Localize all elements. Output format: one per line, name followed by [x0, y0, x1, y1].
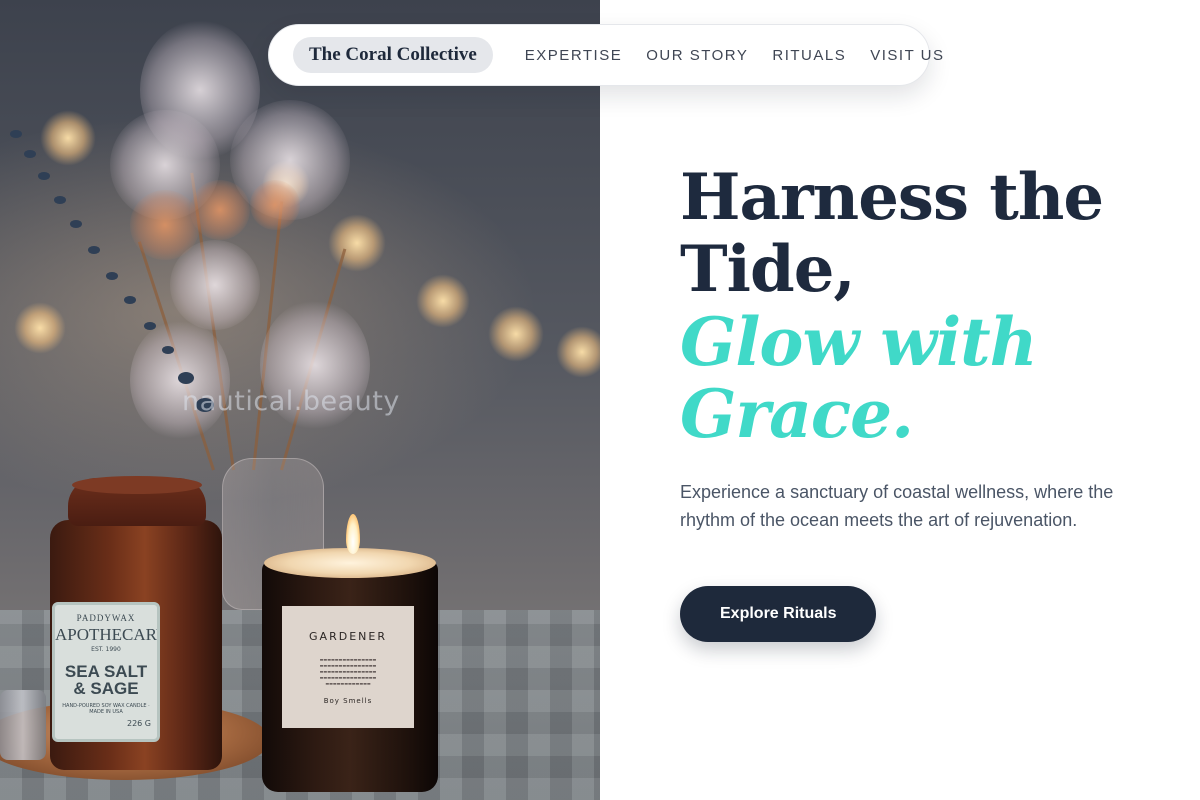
nav-links: EXPERTISE OUR STORY RITUALS VISIT US [525, 47, 969, 64]
orange-flower [190, 180, 250, 240]
jar-label: PADDYWAX APOTHECARY EST. 1990 SEA SALT &… [52, 602, 160, 742]
jar-lid-top [72, 476, 202, 494]
headline-line-2: Tide, [680, 232, 856, 307]
bokeh-light [40, 110, 96, 166]
watermark: nautical.beauty [182, 386, 400, 417]
candle-label: GARDENER ▬▬▬▬▬▬▬▬▬▬▬▬▬▬▬ ▬▬▬▬▬▬▬▬▬▬▬▬▬▬▬ ▬… [282, 606, 414, 728]
eucalyptus-leaf [24, 150, 36, 158]
nav-link-expertise[interactable]: EXPERTISE [525, 47, 622, 64]
hero-description: Experience a sanctuary of coastal wellne… [680, 482, 1114, 530]
jar-label-brand: PADDYWAX [76, 613, 136, 623]
jar-label-scent-1: SEA SALT [64, 662, 148, 681]
eucalyptus-leaf [162, 346, 174, 354]
jar-label-title: APOTHECARY [55, 625, 160, 644]
nav-link-our-story[interactable]: OUR STORY [646, 47, 748, 64]
jar-label-weight: 226 G [126, 719, 151, 728]
eucalyptus-leaf [88, 246, 100, 254]
eucalyptus-leaf [10, 130, 22, 138]
candle-label-title: GARDENER [309, 630, 387, 643]
headline-accent-line-1: Glow with [680, 303, 1038, 381]
hero-headline: Harness the Tide, Glow with Grace. [680, 160, 1160, 453]
hero-content: Harness the Tide, Glow with Grace. Exper… [680, 162, 1160, 642]
brand-logo[interactable]: The Coral Collective [293, 37, 493, 73]
orange-flower [130, 190, 200, 260]
eucalyptus-leaf [38, 172, 50, 180]
jar-label-fine-print: HAND-POURED SOY WAX CANDLE · MADE IN USA [62, 703, 150, 715]
explore-rituals-button[interactable]: Explore Rituals [680, 586, 877, 642]
jar-label-est: EST. 1990 [91, 646, 121, 653]
eucalyptus-leaf [106, 272, 118, 280]
bokeh-light [488, 306, 544, 362]
headline-line-1: Harness the [680, 160, 1104, 235]
headline-accent-line-2: Grace. [680, 375, 914, 453]
hero-photo: PADDYWAX APOTHECARY EST. 1990 SEA SALT &… [0, 0, 600, 800]
candle-flame [346, 514, 360, 554]
landing-page: PADDYWAX APOTHECARY EST. 1990 SEA SALT &… [0, 0, 1200, 800]
eucalyptus-leaf [124, 296, 136, 304]
nav-link-visit-us[interactable]: VISIT US [870, 47, 944, 64]
candle-label-maker: Boy Smells [323, 697, 373, 705]
bokeh-light [556, 326, 600, 378]
jar-label-scent-2: & SAGE [73, 679, 139, 698]
bokeh-light [14, 302, 66, 354]
bokeh-light [328, 214, 386, 272]
small-jar [0, 690, 46, 760]
nav-link-rituals[interactable]: RITUALS [772, 47, 846, 64]
top-nav: The Coral Collective EXPERTISE OUR STORY… [268, 24, 943, 86]
eucalyptus-leaf [178, 372, 194, 384]
orange-flower [250, 180, 300, 230]
eucalyptus-leaf [54, 196, 66, 204]
bokeh-light [416, 274, 470, 328]
eucalyptus-leaf [70, 220, 82, 228]
candle-label-fine-print: ▬▬▬▬▬▬▬▬▬▬▬▬▬▬▬ ▬▬▬▬▬▬▬▬▬▬▬▬▬▬▬ ▬▬▬▬▬▬▬▬▬▬… [319, 657, 377, 686]
eucalyptus-leaf [144, 322, 156, 330]
